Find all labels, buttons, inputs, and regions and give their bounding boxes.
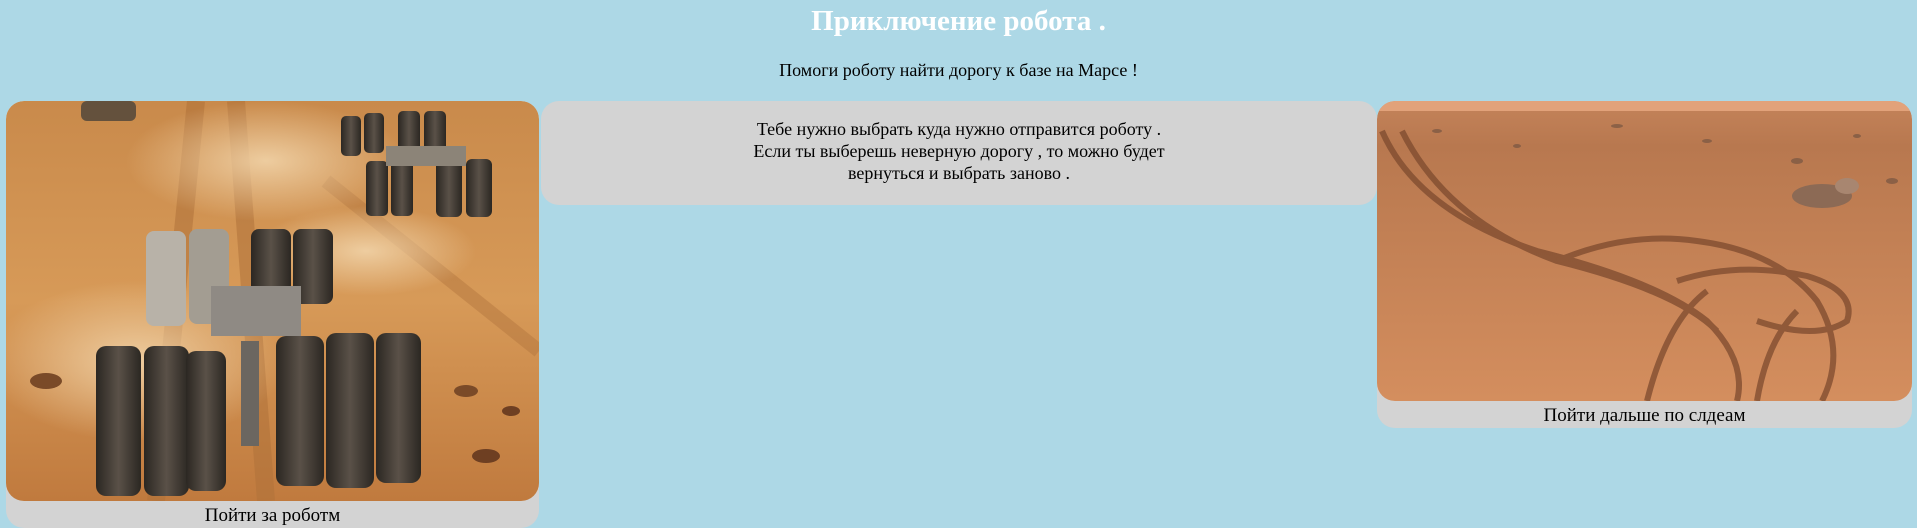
rover-tracks-image[interactable] [1377, 101, 1912, 401]
page-title: Приключение робота . [811, 5, 1106, 37]
page-subtitle: Помоги роботу найти дорогу к базе на Мар… [779, 60, 1138, 80]
instructions-text: Тебе нужно выбрать куда нужно отправится… [541, 118, 1377, 184]
instructions-line: Тебе нужно выбрать куда нужно отправится… [756, 119, 1162, 139]
choice-card-left: Пойти за роботм [6, 101, 539, 528]
follow-tracks-link[interactable]: Пойти дальше по слдеам [1377, 404, 1912, 428]
follow-robot-link[interactable]: Пойти за роботм [6, 504, 539, 528]
instructions-line: Если ты выберешь неверную дорогу , то мо… [753, 141, 1165, 161]
choice-card-right: Пойти дальше по слдеам [1377, 101, 1912, 428]
instructions-line: вернуться и выбрать заново . [848, 163, 1070, 183]
instructions-card: Тебе нужно выбрать куда нужно отправится… [541, 101, 1377, 205]
rover-convoy-image[interactable] [6, 101, 539, 501]
page: Приключение робота . Помоги роботу найти… [0, 0, 1917, 528]
